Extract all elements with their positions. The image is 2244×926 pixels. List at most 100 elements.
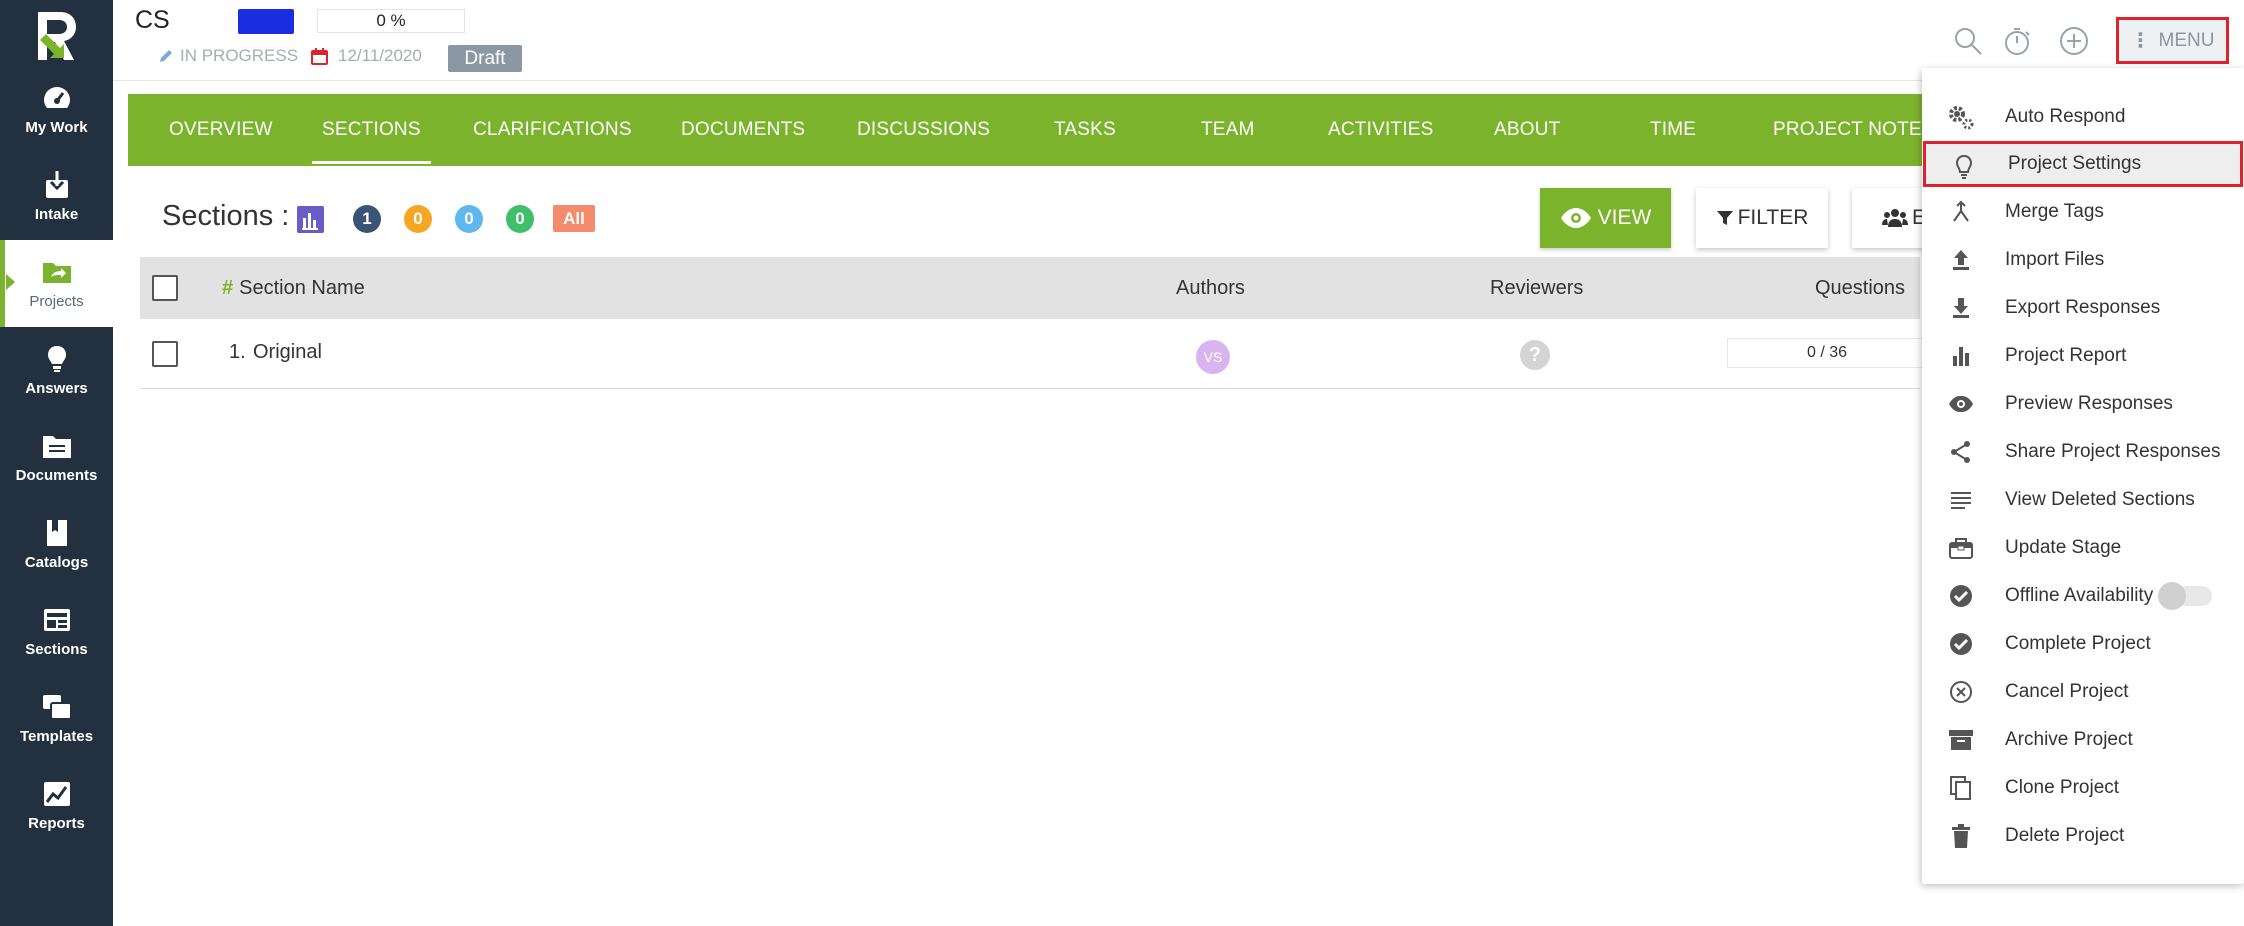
inbox-download-icon (45, 171, 68, 198)
menu-item-project-settings[interactable]: Project Settings (1923, 141, 2243, 187)
sidebar-item-templates[interactable]: Templates (0, 675, 113, 762)
menu-item-preview-responses[interactable]: Preview Responses (1922, 381, 2244, 427)
menu-item-project-report[interactable]: Project Report (1922, 333, 2244, 379)
eye-icon (1949, 396, 1973, 412)
tab-tasks[interactable]: TASKS (1054, 94, 1116, 166)
tab-overview[interactable]: OVERVIEW (169, 94, 273, 166)
sections-icon (43, 609, 70, 631)
folder-icon (42, 436, 71, 458)
toggle-knob (2158, 582, 2186, 610)
sidebar-item-label: Projects (29, 293, 84, 310)
lightbulb-icon (47, 346, 66, 372)
count-badge-all[interactable]: All (553, 205, 595, 232)
search-icon[interactable] (1953, 26, 1983, 56)
tab-project-notes[interactable]: PROJECT NOTES (1773, 94, 1935, 166)
sidebar-item-label: Intake (34, 206, 79, 223)
eye-icon (1560, 208, 1591, 228)
sidebar-item-label: Reports (28, 815, 85, 832)
menu-button[interactable]: ⋮ MENU (2116, 17, 2229, 64)
sidebar-item-projects[interactable]: Projects (0, 240, 113, 327)
sidebar-item-answers[interactable]: Answers (0, 327, 113, 414)
sidebar-item-label: Answers (25, 380, 88, 397)
sidebar-item-label: Catalogs (24, 554, 89, 571)
menu-item-share-project-responses[interactable]: Share Project Responses (1922, 429, 2244, 475)
menu-item-clone-project[interactable]: Clone Project (1922, 765, 2244, 811)
section-name-link[interactable]: Original (253, 341, 322, 364)
tab-documents[interactable]: DOCUMENTS (681, 94, 805, 166)
tab-discussions[interactable]: DISCUSSIONS (857, 94, 990, 166)
menu-item-update-stage[interactable]: Update Stage (1922, 525, 2244, 571)
lightbulb-outline-icon (1955, 154, 1973, 179)
logo-icon[interactable] (34, 10, 78, 64)
project-title: CS (135, 6, 170, 34)
download-icon (1953, 298, 1969, 318)
count-badge-pending[interactable]: 0 (404, 205, 432, 233)
sidebar-item-documents[interactable]: Documents (0, 414, 113, 501)
check-circle-icon (1950, 585, 1972, 607)
add-icon[interactable] (2059, 26, 2089, 56)
project-color-chip (238, 9, 294, 34)
column-questions[interactable]: Questions (1815, 257, 1905, 319)
menu-item-cancel-project[interactable]: Cancel Project (1922, 669, 2244, 715)
filter-button[interactable]: FILTER (1696, 188, 1828, 248)
sidebar-item-my-work[interactable]: My Work (0, 66, 113, 153)
view-button-label: VIEW (1597, 206, 1652, 229)
tab-sections[interactable]: SECTIONS (312, 94, 431, 166)
menu-item-auto-respond[interactable]: Auto Respond (1922, 94, 2244, 140)
sidebar-item-intake[interactable]: Intake (0, 153, 113, 240)
project-menu-dropdown: Auto Respond Project Settings Merge Tags… (1922, 68, 2244, 884)
upload-icon (1953, 250, 1969, 270)
sidebar-item-sections[interactable]: Sections (0, 588, 113, 675)
column-section-name[interactable]: # Section Name (222, 257, 365, 319)
check-circle-filled-icon (1950, 633, 1972, 655)
gauge-icon (43, 87, 70, 108)
menu-item-complete-project[interactable]: Complete Project (1922, 621, 2244, 667)
menu-item-import-files[interactable]: Import Files (1922, 237, 2244, 283)
project-due-date: 12/11/2020 (311, 46, 422, 66)
hash-icon: # (222, 277, 234, 299)
count-badge-complete[interactable]: 0 (506, 205, 534, 233)
stage-badge[interactable]: Draft (448, 45, 522, 72)
tab-activities[interactable]: ACTIVITIES (1328, 94, 1433, 166)
merge-icon (1953, 200, 1969, 222)
row-checkbox[interactable] (152, 341, 178, 367)
sidebar: My Work Intake Projects Answers Document… (0, 0, 113, 926)
section-index: 1. (229, 341, 246, 363)
sidebar-item-reports[interactable]: Reports (0, 762, 113, 849)
archive-icon (1949, 730, 1973, 750)
reviewer-unassigned-icon[interactable]: ? (1520, 340, 1550, 370)
select-all-checkbox[interactable] (152, 275, 178, 301)
bar-chart-icon (1953, 347, 1969, 366)
menu-item-offline-availability[interactable]: Offline Availability (1922, 573, 2244, 619)
timer-icon[interactable] (2002, 26, 2032, 56)
offline-availability-toggle[interactable] (2158, 582, 2212, 610)
menu-item-delete-project[interactable]: Delete Project (1922, 813, 2244, 859)
due-date-text: 12/11/2020 (338, 46, 422, 65)
tab-clarifications[interactable]: CLARIFICATIONS (473, 94, 632, 166)
users-icon (1882, 209, 1908, 227)
menu-label: MENU (2158, 29, 2215, 51)
folder-share-icon (42, 263, 71, 283)
tab-time[interactable]: TIME (1650, 94, 1696, 166)
tab-about[interactable]: ABOUT (1494, 94, 1560, 166)
pencil-icon (160, 50, 172, 62)
filter-button-label: FILTER (1737, 206, 1809, 229)
view-button[interactable]: VIEW (1540, 188, 1671, 248)
filter-icon (1716, 211, 1733, 225)
menu-item-export-responses[interactable]: Export Responses (1922, 285, 2244, 331)
menu-item-archive-project[interactable]: Archive Project (1922, 717, 2244, 763)
sidebar-item-catalogs[interactable]: Catalogs (0, 501, 113, 588)
author-avatar[interactable]: VS (1196, 340, 1230, 374)
project-tabs: OVERVIEW SECTIONS CLARIFICATIONS DOCUMEN… (128, 94, 1934, 166)
column-reviewers[interactable]: Reviewers (1490, 257, 1583, 319)
menu-item-view-deleted-sections[interactable]: View Deleted Sections (1922, 477, 2244, 523)
status-text: IN PROGRESS (180, 46, 299, 65)
menu-item-merge-tags[interactable]: Merge Tags (1922, 189, 2244, 235)
count-badge-total[interactable]: 1 (353, 205, 381, 233)
tab-team[interactable]: TEAM (1201, 94, 1255, 166)
column-authors[interactable]: Authors (1176, 257, 1245, 319)
cancel-circle-icon (1950, 681, 1972, 703)
templates-icon (42, 695, 72, 720)
count-badge-review[interactable]: 0 (455, 205, 483, 233)
bar-chart-icon[interactable] (297, 206, 324, 233)
